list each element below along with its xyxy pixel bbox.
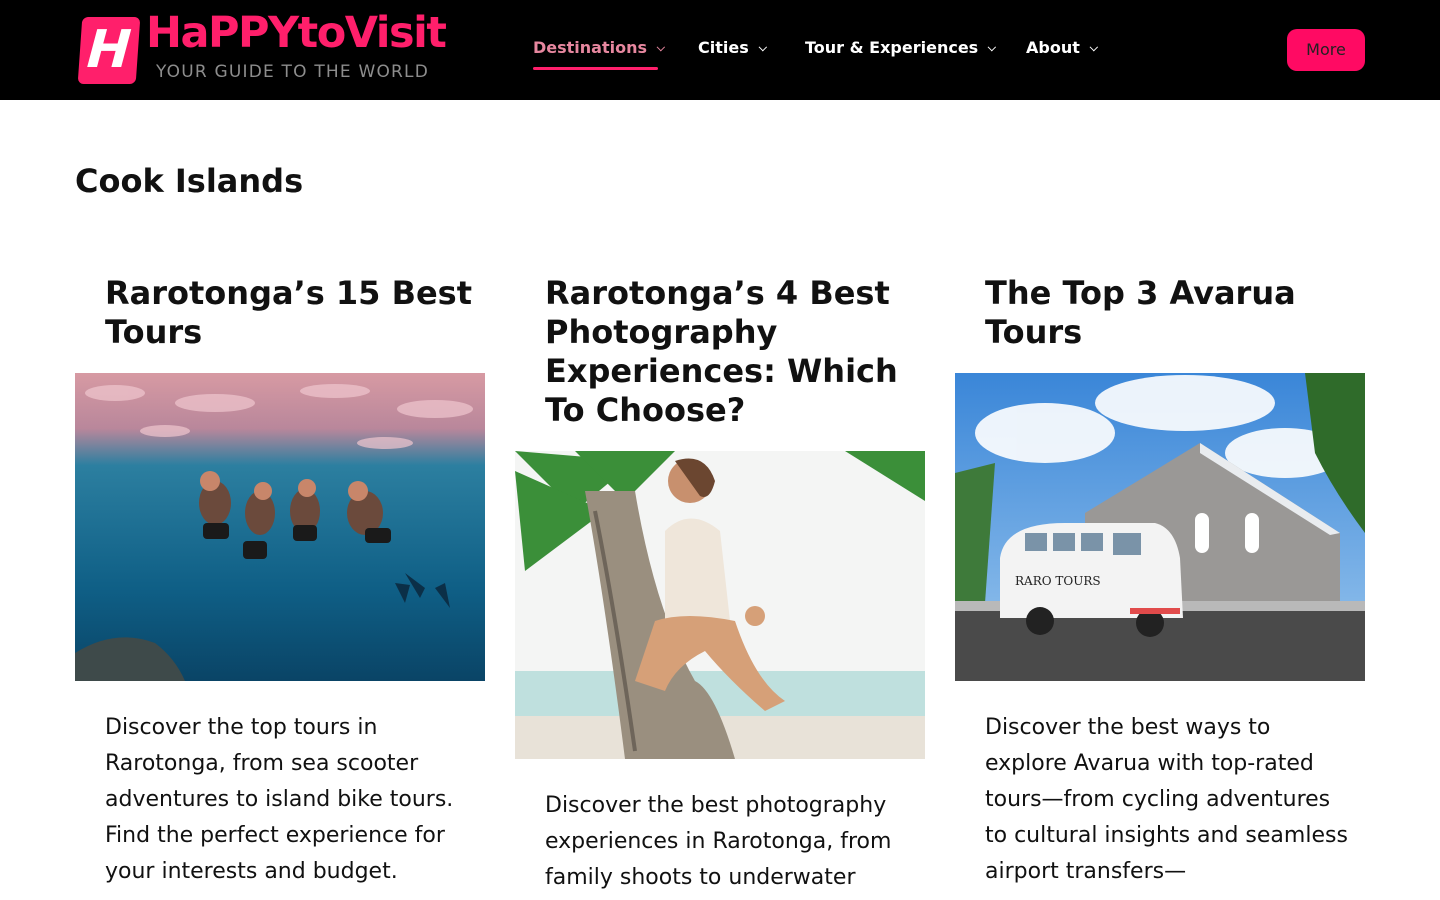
article-card: The Top 3 Avarua Tours RARO TOURS Discov… (955, 0, 1365, 900)
card-excerpt: Discover the best ways to explore Avarua… (985, 715, 1348, 884)
article-card: Rarotonga’s 15 Best Tours Discover the t… (75, 0, 485, 900)
article-card: Rarotonga’s 4 Best Photography Experienc… (515, 0, 925, 900)
card-image-snorkelers[interactable] (75, 373, 485, 681)
card-title[interactable]: Rarotonga’s 15 Best Tours (105, 274, 475, 352)
card-image-tour-bus[interactable]: RARO TOURS (955, 373, 1365, 681)
card-image-palm-tree[interactable] (515, 451, 925, 759)
underwater-snorkel-illustration (75, 373, 485, 681)
card-excerpt: Discover the top tours in Rarotonga, fro… (105, 715, 454, 884)
card-title[interactable]: Rarotonga’s 4 Best Photography Experienc… (545, 274, 915, 430)
bus-label: RARO TOURS (1015, 574, 1101, 588)
card-title[interactable]: The Top 3 Avarua Tours (985, 274, 1355, 352)
card-excerpt: Discover the best photography experience… (545, 793, 892, 890)
woman-on-palm-illustration (515, 451, 925, 759)
tour-bus-church-illustration: RARO TOURS (955, 373, 1365, 681)
